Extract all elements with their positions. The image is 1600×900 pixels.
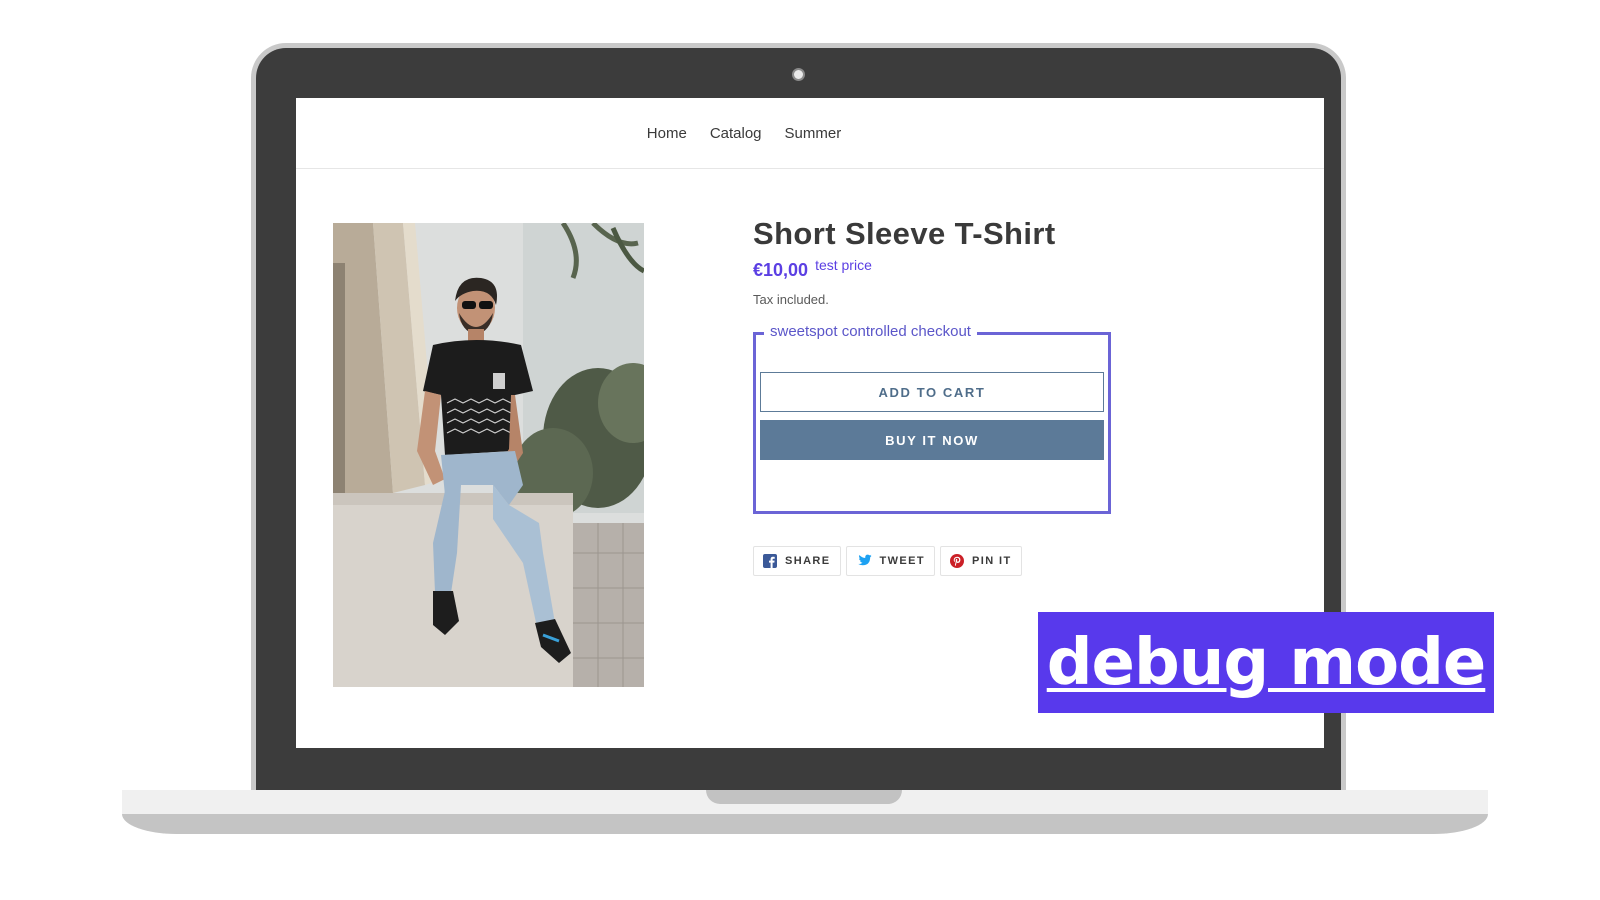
nav-link-home[interactable]: Home <box>647 125 687 142</box>
laptop-base-shadow <box>122 814 1488 834</box>
product-info: Short Sleeve T-Shirt €10,00 test price T… <box>753 216 1293 307</box>
share-twitter-label: TWEET <box>879 555 926 567</box>
share-pinterest-button[interactable]: PIN IT <box>940 546 1022 576</box>
add-to-cart-button[interactable]: ADD TO CART <box>760 372 1104 412</box>
share-facebook-button[interactable]: SHARE <box>753 546 841 576</box>
checkout-legend: sweetspot controlled checkout <box>764 323 977 340</box>
stage: Home Catalog Summer Short Sleeve T-Shirt… <box>0 0 1600 900</box>
share-row: SHARE TWEET PIN IT <box>753 546 1022 576</box>
share-twitter-button[interactable]: TWEET <box>845 546 936 576</box>
store-nav: Home Catalog Summer <box>296 98 1324 169</box>
share-pinterest-label: PIN IT <box>972 555 1012 567</box>
debug-mode-text: debug mode <box>1046 625 1487 700</box>
facebook-icon <box>763 554 777 568</box>
debug-mode-banner: debug mode <box>1038 612 1494 713</box>
camera-dot <box>792 68 805 81</box>
checkout-box: sweetspot controlled checkout ADD TO CAR… <box>753 323 1111 514</box>
pinterest-icon <box>950 554 965 568</box>
laptop-notch <box>706 790 902 804</box>
product-title: Short Sleeve T-Shirt <box>753 216 1056 251</box>
tax-note: Tax included. <box>753 292 829 307</box>
share-facebook-label: SHARE <box>785 555 831 567</box>
price-row: €10,00 test price <box>753 257 1293 281</box>
price-note: test price <box>815 257 872 273</box>
man-in-t-shirt-photo <box>333 223 644 687</box>
product-photo[interactable] <box>333 223 644 687</box>
nav-link-summer[interactable]: Summer <box>785 125 842 142</box>
twitter-icon <box>856 554 872 568</box>
buy-now-button[interactable]: BUY IT NOW <box>760 420 1104 460</box>
product-price: €10,00 <box>753 260 809 280</box>
nav-link-catalog[interactable]: Catalog <box>710 125 762 142</box>
